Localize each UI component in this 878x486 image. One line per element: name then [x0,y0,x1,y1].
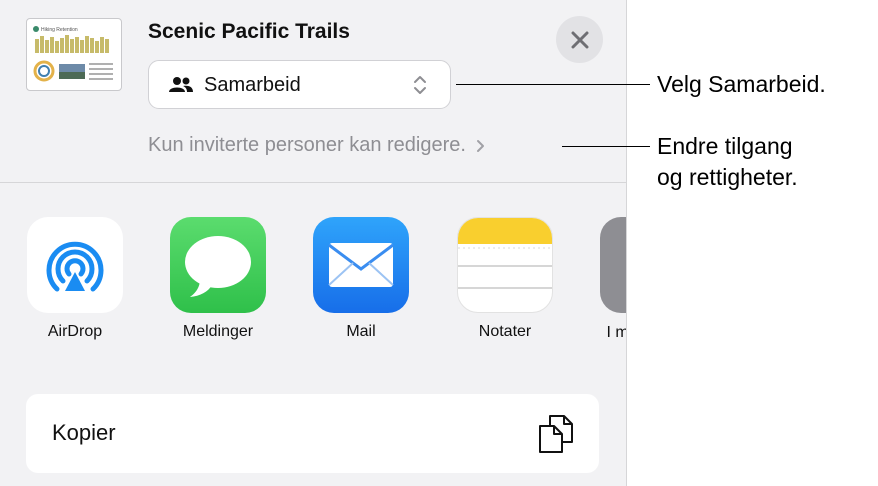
access-info-text: Kun inviterte personer kan redigere. [148,134,466,156]
close-button[interactable] [556,16,603,63]
document-thumbnail: Hiking Retention [26,18,122,91]
app-notes[interactable]: Notater [457,217,553,340]
app-airdrop[interactable]: AirDrop [27,217,123,340]
callout-line: Endre tilgang [657,133,793,159]
app-label: AirDrop [47,323,103,340]
messages-icon [170,217,266,313]
people-icon [169,77,193,92]
chevron-right-icon [476,139,484,152]
collaboration-mode-label: Samarbeid [204,74,301,96]
mail-icon [313,217,409,313]
more-app-icon [600,217,626,313]
notes-icon [457,217,553,313]
callout-change-access: Endre tilgang og rettigheter. [657,131,798,193]
app-label: Meldinger [182,323,254,340]
airdrop-icon [27,217,123,313]
callout-select-collaboration: Velg Samarbeid. [657,71,826,97]
app-more[interactable]: I me [600,217,626,341]
callout-leader-line [562,146,650,147]
chevron-up-down-icon [414,76,426,94]
thumbnail-title: Hiking Retention [41,27,78,33]
close-icon [571,31,588,48]
collaboration-selector[interactable]: Samarbeid [148,60,451,109]
callout-line: og rettigheter. [657,164,798,190]
copy-button[interactable]: Kopier [26,394,599,473]
share-sheet: Hiking Retention Scenic Pacific Trails S… [0,0,627,486]
app-mail[interactable]: Mail [313,217,409,340]
copy-label: Kopier [52,420,116,445]
divider [0,182,626,183]
app-label: Notater [478,323,532,340]
app-label: I me [606,324,626,341]
callout-leader-line [456,84,650,85]
app-label: Mail [346,323,376,340]
copy-icon [539,415,573,453]
app-messages[interactable]: Meldinger [170,217,266,340]
document-title: Scenic Pacific Trails [148,20,350,43]
access-permissions-link[interactable]: Kun inviterte personer kan redigere. [148,134,485,157]
